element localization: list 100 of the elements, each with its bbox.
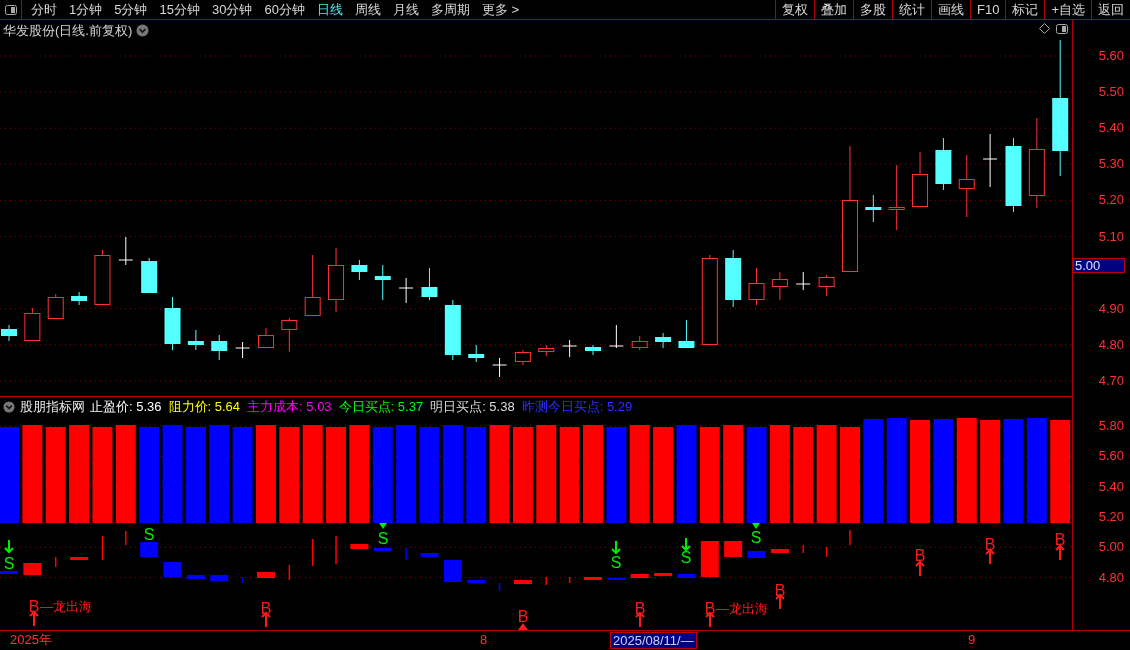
candlestick: [725, 249, 742, 308]
timeframe-tab[interactable]: 多周期: [424, 0, 476, 20]
candlestick: [982, 133, 998, 188]
candlestick: [912, 151, 929, 208]
indicator-name: 股朋指标网: [20, 398, 85, 416]
candlestick: [211, 334, 228, 361]
chart-title: 华发股份(日线.前复权): [3, 22, 133, 40]
candlestick: [795, 271, 811, 291]
panel-toggle-icon[interactable]: [1056, 23, 1068, 34]
candlestick: [607, 578, 626, 580]
candlestick: [748, 267, 765, 306]
candlestick: [125, 530, 127, 546]
candlestick: [584, 577, 602, 580]
candlestick: [700, 541, 719, 577]
arrow-icon: [915, 560, 925, 577]
candlestick: [825, 546, 828, 558]
candlestick: [888, 164, 905, 231]
sell-signal-label: S: [377, 530, 389, 547]
timeframe-tab[interactable]: 分时: [25, 0, 63, 20]
toolbar-button[interactable]: 标记: [1005, 0, 1045, 19]
toolbar-button[interactable]: 返回: [1091, 0, 1130, 19]
candlestick: [94, 249, 111, 306]
candlestick: [241, 576, 244, 584]
signal-note: —龙出海: [40, 599, 92, 614]
timeframe-tab[interactable]: 1分钟: [63, 0, 109, 20]
timeframe-tab[interactable]: 月线: [386, 0, 425, 20]
candlestick: [70, 557, 89, 560]
timeframe-tab[interactable]: 15分钟: [153, 0, 206, 20]
timeframe-tab[interactable]: 5分钟: [108, 0, 154, 20]
candlestick: [256, 572, 275, 578]
candlestick: [328, 247, 345, 313]
candlestick: [467, 580, 486, 583]
indicator-readout: 阻力价: 5.64: [168, 398, 241, 416]
toolbar-button[interactable]: 复权: [775, 0, 814, 19]
timeframe-tab[interactable]: 60分钟: [258, 0, 311, 20]
sell-signal-label: S: [680, 549, 692, 566]
axis-label: 5.20: [1098, 193, 1124, 208]
axis-label: 5.40: [1098, 121, 1124, 136]
timeframe-tab[interactable]: 更多 >: [475, 0, 526, 20]
toolbar-button[interactable]: 统计: [892, 0, 931, 19]
arrow-icon: [4, 539, 14, 554]
candlestick: [164, 296, 181, 351]
candlestick: [0, 571, 18, 574]
sell-signal-label: S: [143, 526, 155, 543]
triangle-icon: [518, 623, 528, 630]
arrow-icon: [29, 610, 39, 627]
candlestick: [350, 544, 369, 549]
toolbar-button[interactable]: 多股: [853, 0, 892, 19]
buy-signal-label: B: [914, 547, 926, 564]
candlestick: [210, 575, 229, 581]
dropdown-icon[interactable]: [3, 400, 15, 413]
timeframe-tab[interactable]: 日线: [310, 0, 349, 20]
buy-signal-label: B: [1054, 531, 1066, 548]
toolbar-button[interactable]: 叠加: [814, 0, 853, 19]
toolbar-button[interactable]: +自选: [1044, 0, 1091, 19]
candlestick: [538, 344, 555, 357]
candlestick: [568, 576, 571, 584]
axis-label: 5.60: [1098, 49, 1124, 63]
price-tag: 5.00: [1073, 258, 1125, 273]
candlestick: [54, 556, 57, 568]
candlestick: [802, 544, 804, 554]
panel-toggle-icon: [4, 4, 17, 15]
buy-signal-label: B: [774, 582, 786, 599]
candlestick: [818, 274, 835, 297]
axis-label: 5.60: [1098, 449, 1124, 464]
candlestick: [443, 560, 462, 582]
timeframe-tab[interactable]: 30分钟: [205, 0, 259, 20]
candlestick: [281, 317, 298, 353]
candlestick: [140, 542, 159, 557]
sell-signal-label: S: [610, 554, 622, 571]
candlestick: [771, 271, 788, 301]
arrow-icon: [611, 540, 621, 555]
timeframe-tab[interactable]: 周线: [348, 0, 387, 20]
candlestick: [288, 564, 291, 581]
indicator-readout: 昨测今日买点: 5.29: [521, 398, 633, 416]
candlestick: [304, 254, 321, 317]
toolbar-button[interactable]: 画线: [931, 0, 970, 19]
candlestick: [631, 335, 648, 351]
candlestick: [351, 259, 368, 281]
candlestick: [630, 574, 649, 578]
toolbar-button[interactable]: F10: [970, 0, 1006, 19]
time-axis-label: 8: [479, 632, 488, 647]
candlestick: [186, 575, 205, 579]
signal-note: —龙出海: [716, 601, 768, 616]
axis-label: 5.50: [1098, 85, 1124, 100]
diamond-icon[interactable]: [1039, 23, 1050, 34]
candlestick: [514, 349, 531, 366]
candlestick: [444, 299, 461, 361]
candlestick: [373, 548, 392, 551]
candlestick: [71, 291, 88, 306]
candlestick: [420, 553, 439, 557]
axis-label: 4.80: [1098, 570, 1124, 585]
triangle-icon: [379, 523, 387, 529]
buy-signal-label: B: [984, 536, 996, 553]
buy-signal-label: B: [704, 600, 716, 617]
dropdown-icon[interactable]: [136, 24, 150, 38]
candlestick: [585, 344, 601, 356]
candlestick: [492, 357, 508, 378]
candlestick: [24, 307, 41, 342]
candlestick: [654, 573, 673, 576]
